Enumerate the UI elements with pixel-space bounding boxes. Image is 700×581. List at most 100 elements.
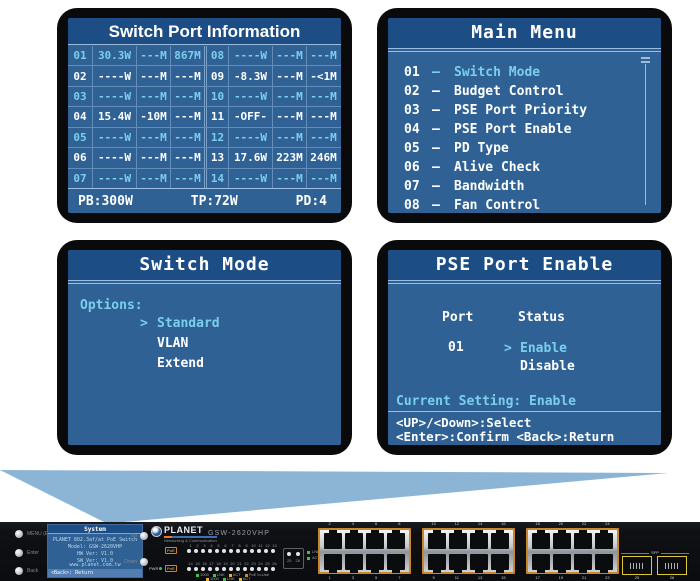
option-vlan[interactable]: VLAN	[140, 334, 220, 354]
help-line-1: <UP>/<Down>:Select	[396, 415, 531, 430]
led-number: 7	[229, 544, 236, 548]
status-option-enable[interactable]: >Enable	[504, 340, 575, 358]
back-button[interactable]	[15, 567, 23, 575]
enter-button[interactable]	[15, 549, 23, 557]
legend-entry: 1000	[206, 577, 219, 581]
monitor-pse-enable: PSE Port Enable Port Status 01 >EnableDi…	[377, 240, 672, 455]
port-led	[201, 549, 205, 553]
help-line-2: <Enter>:Confirm <Back>:Return	[396, 429, 614, 444]
rj45-port	[428, 533, 446, 549]
led-number: 24	[257, 562, 264, 566]
menu-item-pse-port-enable[interactable]: 04–PSE Port Enable	[404, 120, 632, 139]
rj45-port	[574, 533, 592, 549]
led-number: 2	[194, 544, 201, 548]
port-number-label: 10	[422, 522, 445, 526]
port-number-label: 3	[341, 576, 364, 580]
scrollbar-handle[interactable]	[641, 57, 650, 63]
led-number: 16	[201, 562, 208, 566]
poe-led-label-top: PoE	[165, 547, 177, 554]
rj45-port	[387, 533, 405, 549]
title-divider	[68, 280, 341, 284]
port-number-cell: 09	[204, 66, 228, 85]
menu-item-bandwidth[interactable]: 07–Bandwidth	[404, 177, 632, 196]
menu-item-label: Alive Check	[454, 160, 540, 175]
device-lcd-line: HW Ver: V1.0	[48, 551, 142, 558]
rj45-port	[491, 533, 509, 549]
status-option-label: Disable	[520, 359, 575, 374]
led-number-row-top: 12345678910111213	[187, 544, 278, 548]
port-number-label: 14	[469, 522, 492, 526]
total-power-value: TP:72W	[191, 194, 238, 209]
menu-item-separator: –	[432, 120, 454, 139]
menu-item-pse-port-priority[interactable]: 03–PSE Port Priority	[404, 101, 632, 120]
menu-item-label: Switch Mode	[454, 65, 540, 80]
port-value-cell: ----W	[92, 87, 136, 106]
port-info-row: 06----W---M---M1317.6W223M246M	[68, 148, 341, 168]
port-numbers-bottom: 1357	[318, 576, 411, 580]
port-value-cell: ---M	[272, 66, 306, 85]
port-value-cell: ---M	[170, 128, 204, 147]
main-menu-list: 01–Switch Mode02–Budget Control03–PSE Po…	[404, 63, 632, 213]
menu-item-pd-type[interactable]: 05–PD Type	[404, 139, 632, 158]
led-number: 12	[264, 544, 271, 548]
back-button-label: Back	[27, 567, 38, 575]
menu-item-alive-check[interactable]: 06–Alive Check	[404, 158, 632, 177]
menu-item-number: 02	[404, 82, 432, 101]
status-column-header: Status	[518, 310, 565, 325]
port-led	[236, 567, 240, 571]
led-number: 1	[187, 544, 194, 548]
menu-item-label: Budget Control	[454, 84, 564, 99]
port-led	[250, 549, 254, 553]
rj45-row-bottom	[528, 554, 617, 570]
port-number-label: 21	[573, 576, 596, 580]
port-number-label: 18	[526, 522, 549, 526]
port-value-cell: 30.3W	[92, 46, 136, 65]
port-value-cell: 246M	[306, 148, 340, 167]
legend-swatch	[307, 551, 310, 554]
rj45-port-group-1	[318, 528, 411, 574]
port-value-cell: ---M	[136, 87, 170, 106]
menu-item-number: 08	[404, 196, 432, 213]
port-value-cell: -<1M	[306, 66, 340, 85]
port-value-cell: ---M	[272, 169, 306, 188]
scrollbar-track[interactable]	[645, 64, 646, 205]
menu-item-separator: –	[432, 139, 454, 158]
up-button[interactable]	[140, 532, 148, 540]
port-value-cell: -OFF-	[228, 107, 272, 126]
led-number: 13	[271, 544, 278, 548]
led-number: 23	[250, 562, 257, 566]
port-numbers-top: 18202224	[526, 522, 619, 526]
sfp-port-25	[622, 556, 652, 575]
device-lcd-footer: <Back>: Return	[48, 569, 142, 577]
legend-swatch	[307, 557, 310, 560]
led-number: 8	[236, 544, 243, 548]
menu-item-budget-control[interactable]: 02–Budget Control	[404, 82, 632, 101]
menu-item-switch-mode[interactable]: 01–Switch Mode	[404, 63, 632, 82]
rj45-port	[387, 554, 405, 570]
menu-esc-button[interactable]	[15, 530, 23, 538]
title-divider	[388, 48, 661, 52]
option-standard[interactable]: >Standard	[140, 314, 220, 334]
menu-item-label: Fan Control	[454, 198, 540, 213]
port-number-label: 12	[445, 522, 468, 526]
port-value-cell: ---M	[272, 107, 306, 126]
port-value-cell: ---M	[170, 148, 204, 167]
port-value-cell: ---M	[136, 148, 170, 167]
status-option-disable[interactable]: Disable	[504, 358, 575, 376]
port-value-cell: ---M	[170, 107, 204, 126]
rj45-port	[470, 554, 488, 570]
led-row-bottom	[187, 567, 275, 571]
rj45-port	[449, 533, 467, 549]
option-extend[interactable]: Extend	[140, 354, 220, 374]
led-number: 18	[215, 562, 222, 566]
options-label: Options:	[80, 298, 143, 313]
menu-item-fan-control[interactable]: 08–Fan Control	[404, 196, 632, 213]
port-number-label: 22	[573, 522, 596, 526]
screen-switch-mode: Switch Mode Options: >StandardVLANExtend	[68, 250, 341, 445]
port-value-cell: 15.4W	[92, 107, 136, 126]
rj45-port	[324, 533, 342, 549]
port-led	[229, 567, 233, 571]
down-button[interactable]	[140, 558, 148, 566]
legend-entry: ACT	[239, 577, 251, 581]
port-number-cell: 02	[68, 66, 92, 85]
